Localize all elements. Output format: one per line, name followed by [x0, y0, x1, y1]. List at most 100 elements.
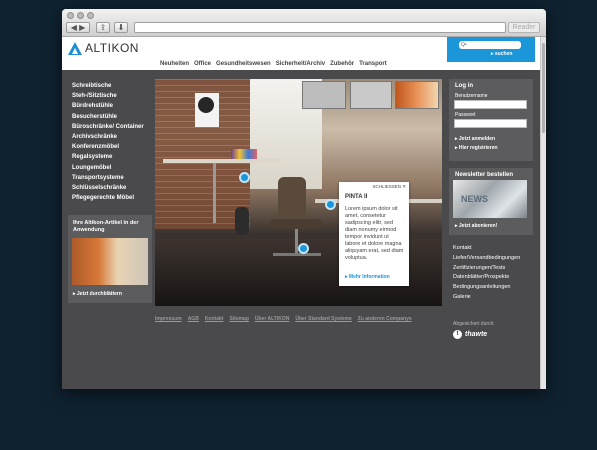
category-item[interactable]: Pflegegerechte Möbel	[72, 193, 157, 203]
login-box: Log in Benutzername Passwort ▸ Jetzt anm…	[449, 79, 533, 161]
newsletter-image-word: NEWS	[461, 194, 488, 204]
category-item[interactable]: Konferenzmöbel	[72, 142, 157, 152]
reader-button[interactable]: Reader	[508, 22, 540, 33]
hero-thumbnail[interactable]	[350, 81, 392, 109]
footer-link-companys[interactable]: Zu anderen Companys	[358, 316, 412, 322]
hero-chair-back	[278, 177, 306, 223]
password-field[interactable]	[454, 119, 527, 128]
site-logo[interactable]: ALTIKON	[68, 41, 139, 55]
search-button[interactable]: ▸ suchen	[491, 51, 512, 57]
nav-item-gesundheitswesen[interactable]: Gesundheitswesen	[216, 61, 271, 67]
nav-item-neuheiten[interactable]: Neuheiten	[160, 61, 189, 67]
hero-chair-seat	[270, 219, 322, 229]
popup-more-link[interactable]: ▸ Mehr Information	[345, 274, 390, 280]
footer-link-ueber-altikon[interactable]: Über ALTIKON	[255, 316, 289, 322]
scrollbar-thumb[interactable]	[542, 43, 545, 133]
site-header: ALTIKON Neuheiten Office Gesundheitswese…	[62, 37, 540, 70]
poster-circle	[198, 97, 214, 113]
nav-item-transport[interactable]: Transport	[359, 61, 387, 67]
hero-desk	[163, 159, 281, 163]
newsletter-image[interactable]: NEWS	[453, 180, 527, 218]
side-links: Kontakt Liefer/Versandbedingungen Zertif…	[453, 244, 520, 303]
category-item[interactable]: Schlüsselschränke	[72, 183, 157, 193]
category-item[interactable]: Transportsysteme	[72, 173, 157, 183]
hero-hotspot[interactable]	[298, 243, 309, 254]
login-link[interactable]: ▸ Jetzt anmelden	[455, 136, 495, 142]
minimize-window-button[interactable]	[77, 12, 84, 19]
popup-close-button[interactable]: SCHLIESSEN ✕	[372, 184, 406, 190]
promo-link[interactable]: ▸ Jetzt durchblättern	[73, 291, 122, 297]
category-item[interactable]: Steh-/Sitztische	[72, 91, 157, 101]
newsletter-box: Newsletter bestellen NEWS ▸ Jetzt abonie…	[449, 168, 533, 235]
search-button-label: suchen	[494, 51, 513, 57]
category-item[interactable]: Besucherstühle	[72, 112, 157, 122]
page-scrollbar[interactable]	[540, 37, 546, 389]
product-popup: SCHLIESSEN ✕ PINTA II Lorem ipsum dolor …	[339, 182, 409, 286]
hero-chair-foot	[273, 253, 321, 256]
category-item[interactable]: Bürdrehstühle	[72, 101, 157, 111]
newsletter-link-label: Jetzt abonieren!	[458, 223, 498, 229]
promo-box: Ihre Altikon-Artikel in der Anwendung ▸ …	[68, 215, 152, 303]
thawte-text: thawte	[465, 331, 488, 338]
username-field[interactable]	[454, 100, 527, 109]
hero-poster	[195, 93, 219, 127]
login-link-label: Jetzt anmelden	[458, 136, 496, 142]
newsletter-subscribe-link[interactable]: ▸ Jetzt abonieren!	[455, 223, 497, 229]
category-list: Schreibtische Steh-/Sitztische Bürdrehst…	[72, 81, 157, 203]
popup-more-link-label: Mehr Information	[348, 274, 390, 280]
side-link-bedingungsanleitungen[interactable]: Bedingungsanleitungen	[453, 283, 520, 293]
address-bar[interactable]	[134, 22, 506, 33]
browser-toolbar: ◀ ▶ ⇪ ⬇ Reader	[62, 9, 546, 37]
category-item[interactable]: Schreibtische	[72, 81, 157, 91]
category-item[interactable]: Büroschränke/ Container	[72, 122, 157, 132]
login-title: Log in	[455, 83, 473, 89]
browser-window: ◀ ▶ ⇪ ⬇ Reader ALTIKON Neuheiten Office …	[62, 9, 546, 389]
hero-hotspot[interactable]	[239, 172, 250, 183]
footer-link-impressum[interactable]: Impressum	[155, 316, 182, 322]
popup-text: Lorem ipsum dolor sit amet, consetetur s…	[345, 206, 404, 261]
footer-link-standard-systeme[interactable]: Über Standard Systeme	[295, 316, 351, 322]
window-controls	[67, 12, 94, 19]
thawte-badge[interactable]: t thawte	[453, 330, 487, 339]
hero-thumbnail[interactable]	[395, 81, 439, 109]
hero-thumbnail[interactable]	[302, 81, 346, 109]
thawte-icon: t	[453, 330, 462, 339]
nav-item-office[interactable]: Office	[194, 61, 211, 67]
promo-link-label: Jetzt durchblättern	[76, 291, 122, 297]
close-window-button[interactable]	[67, 12, 74, 19]
web-page: ALTIKON Neuheiten Office Gesundheitswese…	[62, 37, 540, 389]
category-item[interactable]: Regalsysteme	[72, 152, 157, 162]
side-link-datenblaetter[interactable]: Datenblätter/Prospekte	[453, 273, 520, 283]
register-link[interactable]: ▸ Hier registrieren	[455, 145, 498, 151]
category-item[interactable]: Loungemöbel	[72, 163, 157, 173]
nav-item-sicherheit-archiv[interactable]: Sicherheit/Archiv	[276, 61, 325, 67]
zoom-window-button[interactable]	[87, 12, 94, 19]
main-navigation: Neuheiten Office Gesundheitswesen Sicher…	[160, 61, 387, 67]
side-link-zertifizierungen[interactable]: Zertifizierungen/Tests	[453, 264, 520, 274]
register-link-label: Hier registrieren	[458, 145, 498, 151]
side-link-galerie[interactable]: Galerie	[453, 293, 520, 303]
hero-hotspot[interactable]	[325, 199, 336, 210]
side-link-liefer[interactable]: Liefer/Versandbedingungen	[453, 254, 520, 264]
promo-image[interactable]	[72, 238, 148, 285]
download-icon[interactable]: ⬇	[114, 22, 128, 33]
hero-stool	[235, 207, 249, 235]
share-icon[interactable]: ⇪	[96, 22, 110, 33]
category-item[interactable]: Archivschränke	[72, 132, 157, 142]
promo-title: Ihre Altikon-Artikel in der Anwendung	[73, 220, 139, 233]
search-input[interactable]: Q•	[459, 41, 521, 49]
hero-image: SCHLIESSEN ✕ PINTA II Lorem ipsum dolor …	[155, 79, 442, 306]
footer-link-agb[interactable]: AGB	[188, 316, 199, 322]
popup-title: PINTA II	[345, 194, 368, 200]
side-link-kontakt[interactable]: Kontakt	[453, 244, 520, 254]
footer-link-sitemap[interactable]: Sitemap	[229, 316, 248, 322]
newsletter-title: Newsletter bestellen	[455, 172, 514, 178]
logo-text: ALTIKON	[85, 41, 139, 55]
hero-desk-leg	[213, 163, 216, 223]
footer-link-kontakt[interactable]: Kontakt	[205, 316, 224, 322]
search-panel: Q• ▸ suchen	[447, 37, 535, 62]
security-label: Abgesichert durch:	[453, 321, 495, 327]
footer-links: Impressum AGB Kontakt Sitemap Über ALTIK…	[155, 316, 445, 322]
nav-item-zubehoer[interactable]: Zubehör	[330, 61, 354, 67]
back-forward-button[interactable]: ◀ ▶	[66, 22, 90, 33]
